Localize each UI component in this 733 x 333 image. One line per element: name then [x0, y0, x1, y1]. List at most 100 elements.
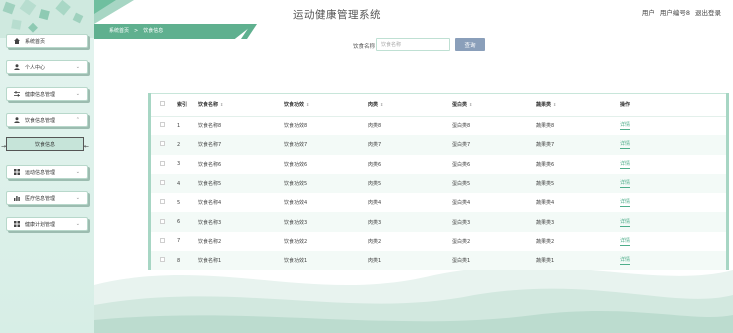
cell-index: 3 — [177, 161, 181, 168]
row-checkbox[interactable] — [160, 199, 165, 205]
cell-meat: 肉类7 — [368, 135, 452, 155]
cell-meat: 肉类5 — [368, 173, 452, 194]
sidebar-item-profile[interactable]: 个人中心 ⌄ — [6, 60, 88, 74]
arrow-left-icon: ← — [84, 143, 90, 150]
search-button[interactable]: 查询 — [455, 38, 485, 51]
chevron-down-icon: ⌄ — [75, 64, 80, 70]
cell-meat: 肉类3 — [368, 212, 452, 232]
cell-vegetable: 蔬果类4 — [536, 200, 555, 207]
select-all-checkbox[interactable] — [160, 101, 165, 107]
table-row: 1 饮食名称8 饮食功效8 肉类8 蛋白类8 蔬果类8 详情 — [149, 116, 728, 135]
column-header-label: 饮食名称 — [198, 102, 219, 109]
detail-button[interactable]: 详情 — [620, 160, 631, 169]
cell-protein: 蛋白类6 — [452, 161, 471, 168]
sidebar-item-diet[interactable]: 饮食信息管理 ⌃ — [6, 113, 88, 127]
grid-icon — [14, 169, 20, 175]
sidebar-item-health[interactable]: 健康信息管理 ⌄ — [6, 87, 88, 101]
sidebar-item-home[interactable]: 系统首页 — [6, 34, 88, 48]
detail-button[interactable]: 详情 — [620, 237, 631, 246]
column-header-protein[interactable]: 蛋白类 ⇕ — [452, 94, 536, 117]
cell-effect: 饮食功效7 — [284, 135, 368, 155]
row-select-cell — [149, 212, 177, 232]
row-checkbox[interactable] — [160, 141, 165, 147]
chevron-down-icon: ⌄ — [75, 195, 80, 201]
cell-vegetable: 蔬果类6 — [536, 161, 555, 168]
column-header-meat[interactable]: 肉类 ⇕ — [368, 94, 452, 117]
cell-name: 饮食名称8 — [198, 123, 222, 130]
cell-meat: 肉类8 — [368, 123, 382, 130]
table-row: 3 饮食名称6 饮食功效6 肉类6 蛋白类6 蔬果类6 详情 — [149, 155, 728, 174]
cell-vegetable: 蔬果类3 — [536, 212, 620, 232]
cell-action: 详情 — [620, 232, 728, 251]
home-icon — [14, 38, 20, 44]
cell-protein: 蛋白类7 — [452, 135, 536, 155]
grid-icon — [14, 221, 20, 227]
user-icon — [14, 117, 20, 123]
cell-protein: 蛋白类3 — [452, 212, 536, 232]
sidebar-item-sport[interactable]: 运动信息管理 ⌄ — [6, 165, 88, 179]
sidebar-item-label: 医疗信息管理 — [25, 195, 56, 202]
detail-button[interactable]: 详情 — [620, 140, 631, 150]
header-wave-decoration — [94, 0, 134, 24]
search-input[interactable] — [376, 38, 450, 51]
sidebar-item-label: 运动信息管理 — [25, 169, 56, 176]
row-select-cell — [149, 251, 177, 271]
row-checkbox[interactable] — [160, 180, 165, 186]
breadcrumb-current: 饮食信息 — [143, 28, 164, 34]
cell-action: 详情 — [620, 193, 728, 212]
sort-icon: ⇕ — [380, 102, 384, 108]
cell-vegetable: 蔬果类8 — [536, 123, 555, 130]
cell-vegetable: 蔬果类1 — [536, 251, 620, 271]
detail-button[interactable]: 详情 — [620, 256, 631, 266]
cell-name: 饮食名称6 — [198, 161, 222, 168]
breadcrumb-stripes — [213, 24, 257, 39]
cell-effect: 饮食功效1 — [284, 251, 368, 271]
sidebar-item-label: 个人中心 — [25, 64, 46, 71]
row-checkbox[interactable] — [160, 160, 165, 166]
row-checkbox[interactable] — [160, 237, 165, 243]
cell-protein: 蛋白类5 — [452, 173, 536, 194]
column-header-action: 操作 — [620, 94, 728, 117]
sidebar-item-label: 系统首页 — [25, 38, 46, 45]
detail-button[interactable]: 详情 — [620, 179, 631, 189]
column-header-name[interactable]: 饮食名称 ⇕ — [198, 94, 284, 117]
sort-icon: ⇕ — [306, 102, 310, 108]
cell-name: 饮食名称1 — [198, 251, 284, 271]
cell-meat: 肉类4 — [368, 200, 382, 207]
table-row: 4 饮食名称5 饮食功效5 肉类5 蛋白类5 蔬果类5 详情 — [149, 173, 728, 194]
select-all-cell — [149, 94, 177, 117]
cell-meat: 肉类6 — [368, 161, 382, 168]
cell-action: 详情 — [620, 173, 728, 194]
cell-effect: 饮食功效8 — [284, 123, 308, 130]
column-header-effect[interactable]: 饮食功效 ⇕ — [284, 94, 368, 117]
cell-effect: 饮食功效6 — [284, 161, 308, 168]
header-user-info: 用户 用户编号8 退出登录 — [642, 7, 721, 17]
detail-button[interactable]: 详情 — [620, 198, 631, 208]
cell-index: 5 — [177, 199, 181, 206]
sidebar-item-plan[interactable]: 健康计划管理 ⌄ — [6, 217, 88, 231]
cell-index: 6 — [177, 212, 198, 232]
cell-protein: 蛋白类2 — [452, 238, 471, 245]
table-header-row: 索引 饮食名称 ⇕ 饮食功效 ⇕ 肉类 ⇕ 蛋白类 ⇕ 蔬果类 ⇕ 操作 — [149, 94, 728, 117]
row-checkbox[interactable] — [160, 218, 165, 224]
table-row: 2 饮食名称7 饮食功效7 肉类7 蛋白类7 蔬果类7 详情 — [149, 135, 728, 155]
sidebar-item-label: 健康计划管理 — [25, 221, 56, 228]
cell-vegetable: 蔬果类5 — [536, 173, 620, 194]
row-checkbox[interactable] — [160, 257, 165, 263]
cell-name: 饮食名称3 — [198, 212, 284, 232]
cell-action: 详情 — [620, 155, 728, 174]
table-row: 8 饮食名称1 饮食功效1 肉类1 蛋白类1 蔬果类1 详情 — [149, 251, 728, 271]
column-header-vegetable[interactable]: 蔬果类 ⇕ — [536, 94, 620, 117]
row-select-cell — [149, 116, 177, 135]
detail-button[interactable]: 详情 — [620, 121, 631, 131]
cell-action: 详情 — [620, 116, 728, 135]
logout-link[interactable]: 退出登录 — [695, 7, 721, 17]
detail-button[interactable]: 详情 — [620, 218, 631, 227]
cell-meat: 肉类2 — [368, 238, 382, 245]
breadcrumb-home[interactable]: 系统首页 — [109, 27, 129, 34]
row-checkbox[interactable] — [160, 122, 165, 128]
chevron-up-icon: ⌃ — [75, 117, 80, 123]
sidebar-item-medical[interactable]: 医疗信息管理 ⌄ — [6, 191, 88, 205]
sidebar-subitem-diet-info[interactable]: 饮食信息 — [6, 137, 84, 151]
cell-meat: 肉类1 — [368, 251, 452, 271]
